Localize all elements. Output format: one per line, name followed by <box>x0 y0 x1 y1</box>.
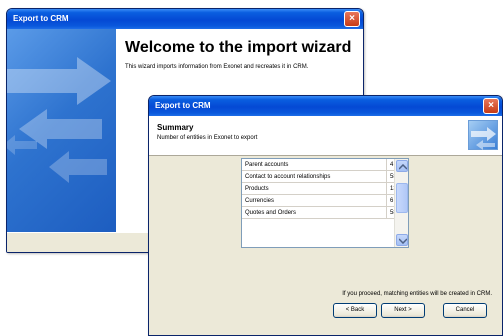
column-divider <box>386 159 387 171</box>
column-divider <box>386 171 387 183</box>
summary-close-button[interactable]: × <box>483 98 499 114</box>
arrow-icon <box>7 57 111 183</box>
table-row[interactable]: Quotes and Orders 58 <box>242 207 408 219</box>
summary-header: Summary Number of entities in Exonet to … <box>149 116 502 156</box>
welcome-window-title: Export to CRM <box>13 14 69 23</box>
summary-window: Export to CRM × Summary Number of entiti… <box>148 95 503 336</box>
back-button[interactable]: < Back <box>333 303 377 318</box>
entity-name: Currencies <box>245 198 275 204</box>
table-row[interactable]: Currencies 6 <box>242 195 408 207</box>
entity-name: Quotes and Orders <box>245 210 297 216</box>
summary-title: Summary <box>157 123 194 132</box>
summary-subtitle: Number of entities in Exonet to export <box>157 135 258 141</box>
table-row[interactable]: Products 139 <box>242 183 408 195</box>
scroll-down-icon <box>399 238 407 244</box>
list-scrollbar[interactable] <box>394 159 408 247</box>
entity-name: Contact to account relationships <box>245 174 331 180</box>
arrow-icon <box>471 127 496 150</box>
table-row[interactable]: Parent accounts 4 <box>242 159 408 171</box>
close-icon: × <box>488 100 494 111</box>
proceed-message: If you proceed, matching entities will b… <box>342 291 492 297</box>
entity-list[interactable]: Parent accounts 4 Contact to account rel… <box>241 158 409 248</box>
entity-count: 4 <box>390 162 394 168</box>
welcome-description: This wizard imports information from Exo… <box>125 64 309 70</box>
column-divider <box>386 207 387 219</box>
scroll-down-button[interactable] <box>396 234 408 246</box>
column-divider <box>386 195 387 207</box>
wizard-banner <box>7 29 116 233</box>
column-divider <box>386 183 387 195</box>
summary-titlebar[interactable]: Export to CRM × <box>149 96 502 116</box>
wizard-header-icon <box>468 120 498 150</box>
scroll-up-icon <box>399 164 407 170</box>
close-icon: × <box>349 13 355 24</box>
welcome-close-button[interactable]: × <box>344 11 360 27</box>
entity-name: Products <box>245 186 269 192</box>
summary-window-title: Export to CRM <box>155 101 211 110</box>
cancel-button[interactable]: Cancel <box>443 303 487 318</box>
next-button[interactable]: Next > <box>381 303 425 318</box>
table-row[interactable]: Contact to account relationships 58 <box>242 171 408 183</box>
entity-count: 6 <box>390 198 394 204</box>
entity-name: Parent accounts <box>245 162 289 168</box>
welcome-titlebar[interactable]: Export to CRM × <box>7 9 363 29</box>
scroll-thumb[interactable] <box>396 183 408 213</box>
scroll-up-button[interactable] <box>396 160 408 172</box>
welcome-title: Welcome to the import wizard <box>125 39 352 56</box>
